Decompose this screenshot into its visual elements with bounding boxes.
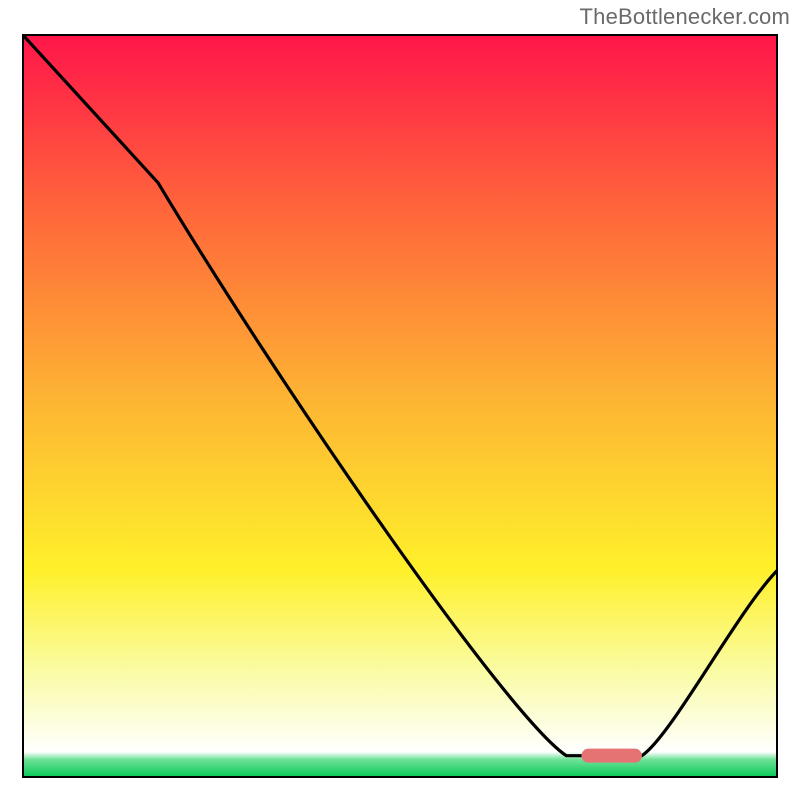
chart-plot bbox=[22, 34, 778, 778]
chart-container: TheBottlenecker.com bbox=[0, 0, 800, 800]
chart-svg bbox=[22, 34, 778, 778]
attribution-label: TheBottlenecker.com bbox=[580, 4, 790, 30]
